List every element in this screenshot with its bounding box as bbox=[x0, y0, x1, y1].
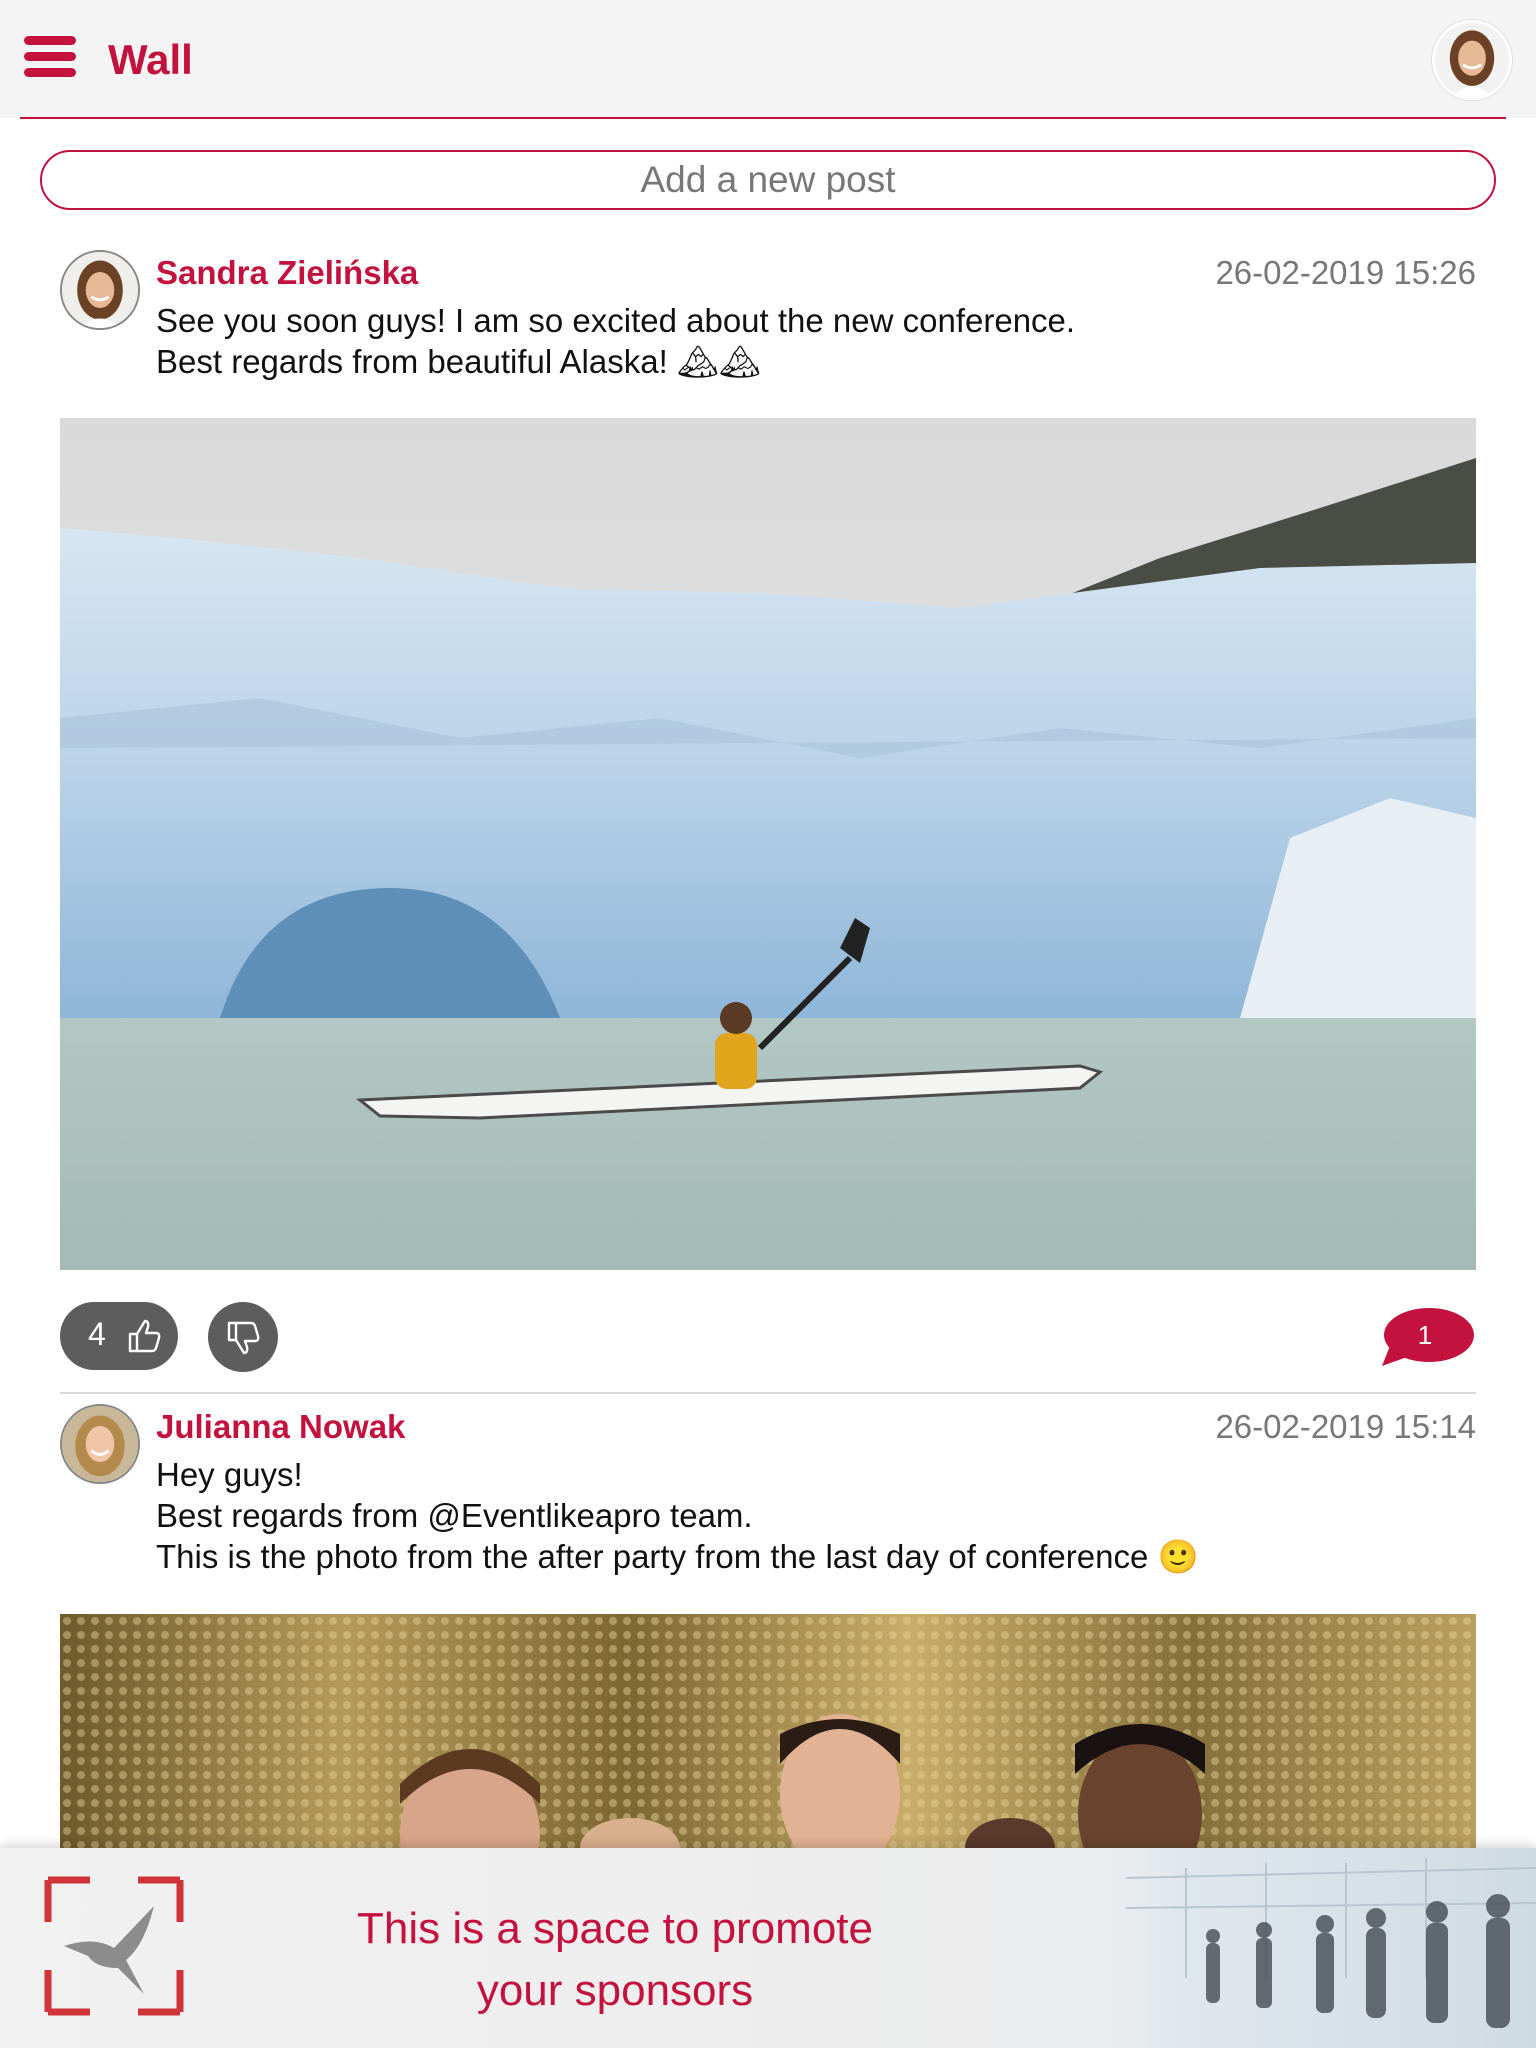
post-text-line: Best regards from beautiful Alaska! 🏔🏔 bbox=[156, 343, 761, 380]
add-new-post-input[interactable]: Add a new post bbox=[40, 150, 1496, 210]
menu-bar bbox=[24, 36, 76, 45]
banner-text: This is a space to promote your sponsors bbox=[280, 1898, 950, 2022]
banner-text-line: your sponsors bbox=[476, 1966, 754, 2015]
post-text-line: Best regards from @Eventlikeapro team. bbox=[156, 1497, 753, 1534]
thumbs-down-icon bbox=[227, 1321, 260, 1355]
post-text-line: Hey guys! bbox=[156, 1456, 303, 1493]
like-count: 4 bbox=[88, 1316, 106, 1352]
avatar-image bbox=[62, 1406, 138, 1482]
banner-photo-crowd bbox=[1066, 1848, 1536, 2048]
header-divider bbox=[20, 117, 1506, 119]
post-author[interactable]: Julianna Nowak bbox=[156, 1408, 405, 1446]
bird-logo-icon bbox=[44, 1876, 184, 2016]
post-body: See you soon guys! I am so excited about… bbox=[156, 300, 1075, 382]
post-divider bbox=[60, 1392, 1476, 1394]
post-body: Hey guys! Best regards from @Eventlikeap… bbox=[156, 1454, 1199, 1577]
post-timestamp: 26-02-2019 15:26 bbox=[1215, 254, 1476, 291]
comments-button[interactable]: 1 bbox=[1380, 1306, 1474, 1374]
avatar-image bbox=[62, 252, 138, 328]
post-timestamp: 26-02-2019 15:14 bbox=[1215, 1408, 1476, 1445]
after-party-image bbox=[60, 1614, 1476, 1848]
user-avatar[interactable] bbox=[1432, 20, 1512, 100]
sponsor-banner[interactable]: This is a space to promote your sponsors bbox=[0, 1848, 1536, 2048]
like-button[interactable]: 4 bbox=[60, 1302, 178, 1370]
glacier-kayak-image bbox=[60, 418, 1476, 1270]
comment-count: 1 bbox=[1417, 1320, 1433, 1350]
menu-bar bbox=[24, 68, 76, 77]
thumbs-up-icon bbox=[128, 1319, 161, 1353]
crowd-image bbox=[1066, 1848, 1536, 2048]
post-text-line: This is the photo from the after party f… bbox=[156, 1538, 1199, 1575]
author-avatar[interactable] bbox=[60, 250, 140, 330]
avatar-image bbox=[1435, 23, 1509, 97]
app-header: Wall bbox=[0, 0, 1536, 118]
post-text-line: See you soon guys! I am so excited about… bbox=[156, 302, 1076, 339]
banner-text-line: This is a space to promote bbox=[356, 1904, 873, 1953]
post-author[interactable]: Sandra Zielińska bbox=[156, 254, 418, 292]
hamburger-menu-button[interactable] bbox=[24, 36, 76, 82]
menu-bar bbox=[24, 52, 76, 61]
page-title: Wall bbox=[108, 36, 193, 83]
post-photo-glacier-kayak[interactable] bbox=[60, 418, 1476, 1270]
author-avatar[interactable] bbox=[60, 1404, 140, 1484]
post-photo-after-party[interactable] bbox=[60, 1614, 1476, 1848]
dislike-button[interactable] bbox=[208, 1302, 278, 1372]
